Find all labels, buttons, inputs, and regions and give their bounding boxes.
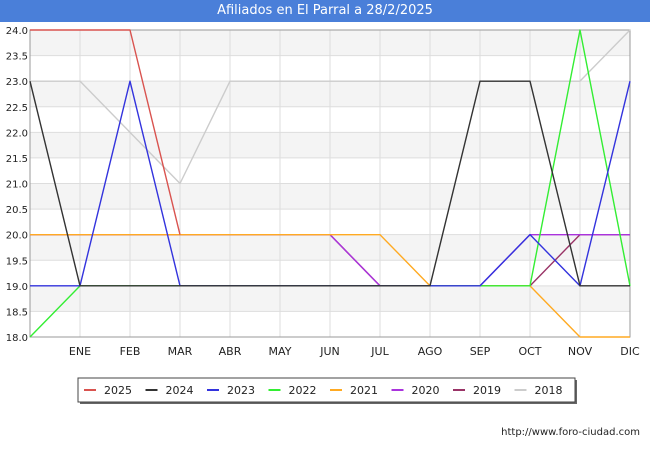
y-tick-label: 22.5 [6,103,28,114]
x-tick-label: AGO [418,345,443,358]
legend-label-2020: 2020 [412,384,440,397]
source-url: http://www.foro-ciudad.com [501,427,640,438]
legend-label-2022: 2022 [289,384,317,397]
legend-label-2024: 2024 [166,384,194,397]
x-tick-label: SEP [470,345,491,358]
y-tick-label: 19.0 [6,282,28,293]
x-tick-label: FEB [120,345,141,358]
x-tick-label: ENE [69,345,91,358]
legend-label-2021: 2021 [350,384,378,397]
legend-label-2019: 2019 [473,384,501,397]
y-tick-label: 21.0 [6,180,28,191]
y-tick-label: 20.0 [6,231,28,242]
x-tick-label: JUN [319,345,340,358]
legend-label-2018: 2018 [535,384,563,397]
legend-label-2023: 2023 [227,384,255,397]
x-tick-label: JUL [370,345,389,358]
x-tick-label: MAR [168,345,193,358]
y-tick-label: 20.5 [6,205,28,216]
x-tick-label: MAY [269,345,292,358]
y-tick-label: 19.5 [6,256,28,267]
line-chart: 18.0 18.5 19.0 19.5 20.0 20.5 21.0 21.5 22.0 22.5… [6,26,640,404]
x-tick-label: ABR [219,345,242,358]
x-tick-label: DIC [620,345,640,358]
y-tick-label: 21.5 [6,154,28,165]
legend-label-2025: 2025 [104,384,132,397]
y-tick-label: 24.0 [6,26,28,37]
x-tick-label: NOV [568,345,593,358]
y-tick-label: 23.5 [6,52,28,63]
x-tick-label: OCT [518,345,541,358]
y-tick-label: 18.0 [6,333,28,344]
y-tick-label: 22.0 [6,128,28,139]
y-tick-label: 23.0 [6,77,28,88]
y-tick-label: 18.5 [6,307,28,318]
